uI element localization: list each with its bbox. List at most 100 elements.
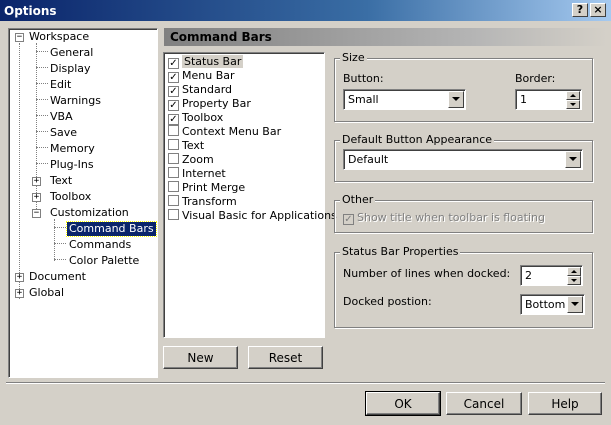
title-bar: Options — [0, 0, 611, 21]
tree-item-text[interactable]: Text — [50, 174, 72, 188]
command-bar-item[interactable]: Print Merge — [168, 181, 245, 195]
expand-global-icon[interactable]: + — [15, 289, 24, 298]
command-bar-item[interactable]: ✓ Menu Bar — [168, 69, 235, 83]
tree-item-warnings[interactable]: Warnings — [50, 94, 101, 108]
command-bar-item[interactable]: Internet — [168, 167, 226, 181]
size-group-title: Size — [340, 51, 367, 64]
window-title: Options — [4, 4, 57, 18]
help-icon[interactable]: ? — [572, 3, 588, 17]
tree-item-general[interactable]: General — [50, 46, 93, 60]
checkbox-unchecked-icon[interactable] — [168, 209, 179, 220]
tree-item-commands[interactable]: Commands — [69, 238, 131, 252]
command-bar-item-label: Status Bar — [182, 55, 244, 68]
help-button[interactable]: Help — [528, 392, 602, 415]
status-bar-group — [334, 252, 593, 328]
checkbox-unchecked-icon[interactable] — [168, 125, 179, 136]
docked-position-label: Docked postion: — [343, 295, 432, 308]
tree-item-command-bars[interactable]: Command Bars — [66, 221, 157, 237]
new-button-label: New — [187, 351, 214, 365]
ok-button[interactable]: OK — [365, 391, 441, 416]
tree-item-customization[interactable]: Customization — [50, 206, 129, 220]
lines-docked-label: Number of lines when docked: — [343, 267, 511, 280]
command-bars-list[interactable]: ✓ Status Bar ✓ Menu Bar ✓ Standard ✓ Property B… — [163, 52, 337, 338]
cancel-button-label: Cancel — [463, 397, 505, 411]
tree-item-plugins[interactable]: Plug-Ins — [50, 158, 94, 172]
border-label: Border: — [515, 72, 556, 85]
tree-item-document[interactable]: Document — [29, 270, 86, 284]
close-icon[interactable]: × — [590, 3, 606, 17]
checkbox-unchecked-icon[interactable] — [168, 153, 179, 164]
checkmark-icon: ✓ — [343, 214, 354, 225]
spin-down-icon[interactable] — [566, 100, 580, 109]
checkbox-checked-icon[interactable]: ✓ — [168, 58, 179, 69]
tree-item-edit[interactable]: Edit — [50, 78, 71, 92]
command-bar-item[interactable]: Text — [168, 139, 204, 153]
command-bar-item-label: Print Merge — [182, 181, 246, 194]
command-bar-item[interactable]: ✓ Status Bar — [168, 55, 244, 69]
checkbox-unchecked-icon[interactable] — [168, 195, 179, 206]
command-bar-item-label: Visual Basic for Applications — [182, 209, 337, 222]
tree-item-display[interactable]: Display — [50, 62, 91, 76]
command-bar-item[interactable]: Transform — [168, 195, 237, 209]
options-tree[interactable]: − Workspace General Display Edit Warning… — [8, 28, 158, 378]
spin-down-icon[interactable] — [567, 276, 581, 285]
tree-item-toolbox[interactable]: Toolbox — [50, 190, 91, 204]
checkbox-checked-icon[interactable]: ✓ — [168, 100, 179, 111]
spin-up-icon[interactable] — [567, 267, 581, 276]
default-appearance-title: Default Button Appearance — [340, 133, 495, 146]
command-bar-item[interactable]: Context Menu Bar — [168, 125, 281, 139]
command-bar-item[interactable]: Zoom — [168, 153, 214, 167]
panel-title: Command Bars — [170, 30, 272, 44]
checkbox-checked-icon[interactable]: ✓ — [168, 72, 179, 83]
reset-button-label: Reset — [268, 351, 303, 365]
show-title-label: Show title when toolbar is floating — [357, 211, 545, 224]
collapse-workspace-icon[interactable]: − — [15, 33, 24, 42]
tree-item-vba[interactable]: VBA — [50, 110, 73, 124]
tree-item-workspace[interactable]: Workspace — [29, 30, 89, 44]
command-bar-item-label: Toolbox — [182, 111, 224, 124]
tree-item-color-palette[interactable]: Color Palette — [69, 254, 139, 268]
lines-docked-value: 2 — [525, 269, 532, 282]
checkbox-checked-icon[interactable]: ✓ — [168, 114, 179, 125]
collapse-customization-icon[interactable]: − — [32, 209, 41, 218]
spin-up-icon[interactable] — [566, 91, 580, 100]
default-appearance-value: Default — [348, 153, 389, 166]
new-button[interactable]: New — [163, 346, 238, 369]
chevron-down-icon[interactable] — [448, 91, 464, 108]
lines-docked-spinner[interactable]: 2 — [520, 265, 583, 286]
checkbox-unchecked-icon[interactable] — [168, 181, 179, 192]
checkbox-unchecked-icon[interactable] — [168, 139, 179, 150]
chevron-down-icon[interactable] — [565, 151, 581, 168]
show-title-checkbox[interactable]: ✓ Show title when toolbar is floating — [343, 211, 545, 225]
command-bar-item-label: Standard — [182, 83, 233, 96]
reset-button[interactable]: Reset — [248, 346, 323, 369]
command-bar-item-label: Menu Bar — [182, 69, 235, 82]
tree-item-memory[interactable]: Memory — [50, 142, 95, 156]
tree-item-save[interactable]: Save — [50, 126, 77, 140]
border-spinner[interactable]: 1 — [515, 89, 582, 110]
other-group-title: Other — [340, 193, 376, 206]
ok-button-label: OK — [394, 397, 412, 411]
separator — [6, 382, 605, 384]
panel-header: Command Bars — [164, 28, 607, 46]
button-size-select[interactable]: Small — [343, 89, 466, 110]
command-bar-item[interactable]: ✓ Toolbox — [168, 111, 223, 125]
expand-text-icon[interactable]: + — [32, 177, 41, 186]
docked-position-value: Bottom — [525, 298, 566, 311]
command-bar-item-label: Transform — [182, 195, 237, 208]
command-bar-item-label: Context Menu Bar — [182, 125, 282, 138]
expand-toolbox-icon[interactable]: + — [32, 193, 41, 202]
checkbox-unchecked-icon[interactable] — [168, 167, 179, 178]
command-bar-item[interactable]: ✓ Property Bar — [168, 97, 251, 111]
button-size-value: Small — [348, 93, 379, 106]
chevron-down-icon[interactable] — [567, 296, 583, 313]
command-bar-item[interactable]: ✓ Standard — [168, 83, 232, 97]
default-appearance-select[interactable]: Default — [343, 149, 583, 170]
command-bar-item[interactable]: Visual Basic for Applications — [168, 209, 337, 223]
tree-item-global[interactable]: Global — [29, 286, 64, 300]
expand-document-icon[interactable]: + — [15, 273, 24, 282]
docked-position-select[interactable]: Bottom — [520, 294, 585, 315]
command-bar-item-label: Property Bar — [182, 97, 251, 110]
checkbox-checked-icon[interactable]: ✓ — [168, 86, 179, 97]
cancel-button[interactable]: Cancel — [446, 392, 522, 415]
